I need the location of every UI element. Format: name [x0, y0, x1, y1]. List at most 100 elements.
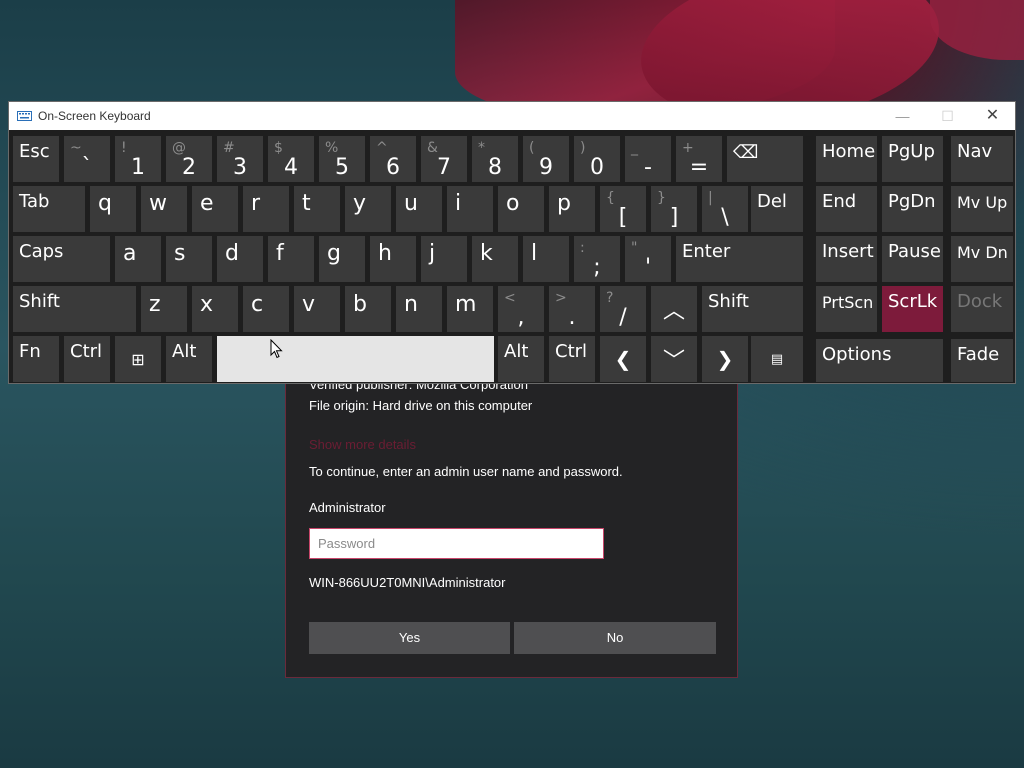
key-letter[interactable]: j: [421, 236, 467, 282]
yes-button[interactable]: Yes: [309, 622, 510, 654]
key-6[interactable]: ^ 6: [370, 136, 416, 182]
key-label: Del: [757, 191, 787, 212]
key-mvup[interactable]: Mv Up: [951, 186, 1013, 232]
key-label: o: [506, 191, 520, 216]
key-letter[interactable]: g: [319, 236, 365, 282]
key-punct[interactable]: }]: [651, 186, 697, 232]
minimize-button[interactable]: —: [880, 102, 925, 130]
options-button[interactable]: Options: [816, 339, 943, 382]
key-caps[interactable]: Caps: [13, 236, 110, 282]
key-letter[interactable]: r: [243, 186, 289, 232]
key-navkey[interactable]: Nav: [951, 136, 1013, 182]
key-ctrl-left[interactable]: Ctrl: [64, 336, 110, 382]
password-input[interactable]: [309, 528, 604, 559]
key-letter[interactable]: k: [472, 236, 518, 282]
key-punct[interactable]: " ': [625, 236, 671, 282]
key-windows[interactable]: ⊞: [115, 336, 161, 382]
key-ctrl-right[interactable]: Ctrl: [549, 336, 595, 382]
key-7[interactable]: & 7: [421, 136, 467, 182]
key-fn[interactable]: Fn: [13, 336, 59, 382]
key-backspace[interactable]: ⌫: [727, 136, 803, 182]
key-letter[interactable]: v: [294, 286, 340, 332]
key-10[interactable]: ) 0: [574, 136, 620, 182]
key-arrow-right[interactable]: ❯: [702, 336, 748, 382]
key-punct[interactable]: ? /: [600, 286, 646, 332]
key-pause[interactable]: Pause: [882, 236, 943, 282]
key-pgup[interactable]: PgUp: [882, 136, 943, 182]
key-label: d: [225, 241, 239, 266]
key-menu[interactable]: ▤: [751, 336, 803, 382]
key-9[interactable]: (9: [523, 136, 569, 182]
key-space[interactable]: [217, 336, 494, 382]
key-alt-left[interactable]: Alt: [166, 336, 212, 382]
key-letter[interactable]: u: [396, 186, 442, 232]
key-3[interactable]: #3: [217, 136, 263, 182]
key-tab[interactable]: Tab: [13, 186, 85, 232]
key-arrow-up[interactable]: ︿: [651, 286, 697, 332]
key-letter[interactable]: w: [141, 186, 187, 232]
key-letter[interactable]: i: [447, 186, 493, 232]
key-letter[interactable]: m: [447, 286, 493, 332]
key-pgdn[interactable]: PgDn: [882, 186, 943, 232]
key-0[interactable]: ~ `: [64, 136, 110, 182]
key-letter[interactable]: l: [523, 236, 569, 282]
key-punct[interactable]: | \: [702, 186, 748, 232]
key-main-label: ': [644, 255, 652, 280]
key-arrow-left[interactable]: ❮: [600, 336, 646, 382]
key-2[interactable]: @2: [166, 136, 212, 182]
key-arrow-down[interactable]: ﹀: [651, 336, 697, 382]
mouse-pointer-icon: [270, 339, 283, 359]
key-letter[interactable]: c: [243, 286, 289, 332]
key-1[interactable]: ! 1: [115, 136, 161, 182]
key-letter[interactable]: h: [370, 236, 416, 282]
key-mvdn[interactable]: Mv Dn: [951, 236, 1013, 282]
fade-button[interactable]: Fade: [951, 339, 1013, 382]
key-letter[interactable]: t: [294, 186, 340, 232]
key-8[interactable]: * 8: [472, 136, 518, 182]
key-letter[interactable]: o: [498, 186, 544, 232]
key-shift-label: +: [682, 140, 694, 156]
key-shift-left[interactable]: Shift: [13, 286, 136, 332]
maximize-button[interactable]: ☐: [925, 102, 970, 130]
key-punct[interactable]: :;: [574, 236, 620, 282]
key-punct[interactable]: {[: [600, 186, 646, 232]
key-label: v: [302, 292, 316, 317]
key-letter[interactable]: d: [217, 236, 263, 282]
key-scrlk[interactable]: ScrLk: [882, 286, 943, 332]
key-punct[interactable]: >.: [549, 286, 595, 332]
key-5[interactable]: % 5: [319, 136, 365, 182]
key-label: Alt: [504, 341, 529, 362]
title-bar[interactable]: On-Screen Keyboard — ☐ ✕: [9, 102, 1015, 130]
key-enter[interactable]: Enter: [676, 236, 803, 282]
key-letter[interactable]: e: [192, 186, 238, 232]
key-letter[interactable]: q: [90, 186, 136, 232]
key-home[interactable]: Home: [816, 136, 877, 182]
key-insert[interactable]: Insert: [816, 236, 877, 282]
key-shift-right[interactable]: Shift: [702, 286, 803, 332]
key-12[interactable]: + =: [676, 136, 722, 182]
key-alt-right[interactable]: Alt: [498, 336, 544, 382]
key-4[interactable]: $4: [268, 136, 314, 182]
key-label: Alt: [172, 341, 197, 362]
key-letter[interactable]: a: [115, 236, 161, 282]
show-more-details-link[interactable]: Show more details: [309, 437, 416, 452]
key-letter[interactable]: x: [192, 286, 238, 332]
key-letter[interactable]: z: [141, 286, 187, 332]
key-letter[interactable]: p: [549, 186, 595, 232]
key-main-label: 0: [590, 155, 604, 180]
key-main-label: 8: [488, 155, 502, 180]
key-letter[interactable]: s: [166, 236, 212, 282]
key-letter[interactable]: n: [396, 286, 442, 332]
key-11[interactable]: _ -: [625, 136, 671, 182]
key-letter[interactable]: b: [345, 286, 391, 332]
no-button[interactable]: No: [514, 622, 716, 654]
key-dock[interactable]: Dock: [951, 286, 1013, 332]
key-esc[interactable]: Esc: [13, 136, 59, 182]
key-letter[interactable]: y: [345, 186, 391, 232]
key-letter[interactable]: f: [268, 236, 314, 282]
key-punct[interactable]: <,: [498, 286, 544, 332]
key-del[interactable]: Del: [751, 186, 803, 232]
key-end[interactable]: End: [816, 186, 877, 232]
close-button[interactable]: ✕: [970, 102, 1015, 130]
key-prtscn[interactable]: PrtScn: [816, 286, 877, 332]
